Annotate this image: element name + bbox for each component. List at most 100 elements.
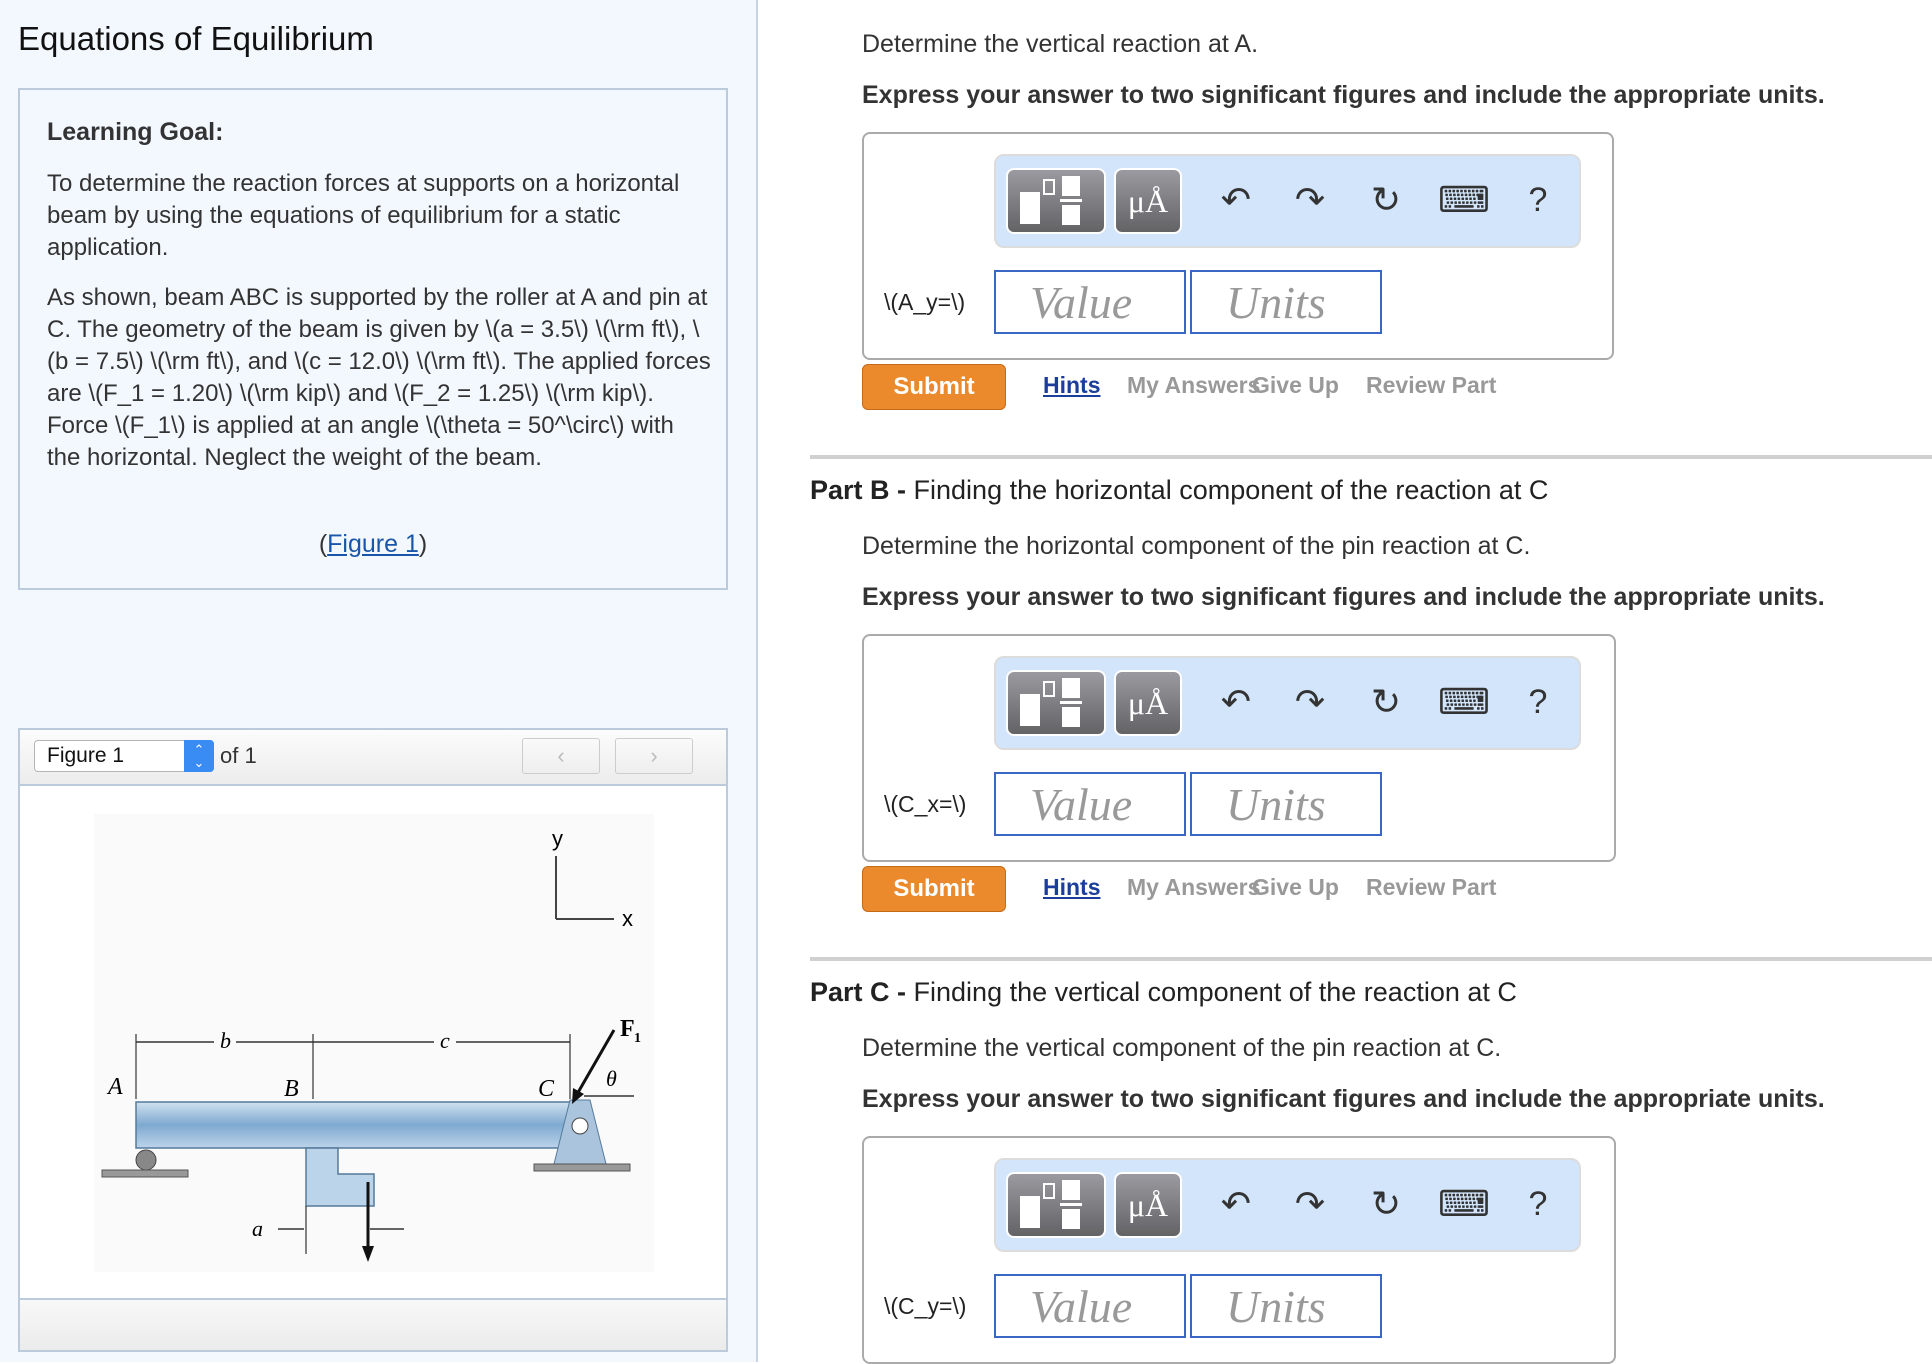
force-f2-label: F xyxy=(356,1268,369,1272)
figure-panel: Figure 1 ⌃ ⌄ of 1 ‹ › y x b c A B C F 1 … xyxy=(18,728,728,1352)
keyboard-icon[interactable]: ⌨ xyxy=(1438,178,1490,222)
units-button[interactable]: μÅ xyxy=(1114,1172,1182,1238)
part-a-give-up-link[interactable]: Give Up xyxy=(1252,372,1339,399)
help-icon[interactable]: ? xyxy=(1516,680,1560,724)
part-a-actions: Submit Hints My Answers Give Up Review P… xyxy=(862,364,1562,410)
part-c-value-input[interactable] xyxy=(994,1274,1186,1338)
part-a-value-input[interactable] xyxy=(994,270,1186,334)
redo-icon[interactable]: ↷ xyxy=(1288,178,1332,222)
part-a-review-part-link[interactable]: Review Part xyxy=(1366,372,1496,399)
point-b-label: B xyxy=(284,1076,299,1102)
part-c-units-input[interactable] xyxy=(1190,1274,1382,1338)
part-b-review-part-link[interactable]: Review Part xyxy=(1366,874,1496,901)
keyboard-icon[interactable]: ⌨ xyxy=(1438,1182,1490,1226)
part-b-answer-box: μÅ ↶ ↷ ↻ ⌨ ? \(C_x=\) xyxy=(862,634,1616,862)
keyboard-icon[interactable]: ⌨ xyxy=(1438,680,1490,724)
reset-icon[interactable]: ↻ xyxy=(1364,680,1408,724)
part-a-math-toolbar: μÅ ↶ ↷ ↻ ⌨ ? xyxy=(994,154,1581,248)
reset-icon[interactable]: ↻ xyxy=(1364,178,1408,222)
help-icon[interactable]: ? xyxy=(1516,1182,1560,1226)
beam-figure: y x b c A B C F 1 θ a xyxy=(94,814,654,1293)
part-c-title: Finding the vertical component of the re… xyxy=(906,977,1517,1007)
part-b-give-up-link[interactable]: Give Up xyxy=(1252,874,1339,901)
figure-select-value: Figure 1 xyxy=(47,744,125,767)
templates-icon xyxy=(1020,176,1082,225)
part-b-actions: Submit Hints My Answers Give Up Review P… xyxy=(862,866,1562,912)
part-a-answer-box: μÅ ↶ ↷ ↻ ⌨ ? \(A_y=\) xyxy=(862,132,1614,360)
part-b-heading: Part B - Finding the horizontal componen… xyxy=(810,475,1548,506)
part-a-hints-link[interactable]: Hints xyxy=(1043,372,1101,399)
part-b-instruction: Express your answer to two significant f… xyxy=(862,583,1825,611)
paren-open: ( xyxy=(318,530,328,558)
undo-icon[interactable]: ↶ xyxy=(1214,178,1258,222)
templates-button[interactable] xyxy=(1006,168,1106,234)
roller-base xyxy=(101,1169,189,1178)
paren-close: ) xyxy=(418,530,428,558)
part-b-units-input[interactable] xyxy=(1190,772,1382,836)
part-b-math-toolbar: μÅ ↶ ↷ ↻ ⌨ ? xyxy=(994,656,1581,750)
part-a-instruction: Express your answer to two significant f… xyxy=(862,81,1825,109)
part-a-prompt: Determine the vertical reaction at A. xyxy=(862,30,1259,58)
dim-b-label: b xyxy=(220,1028,231,1053)
select-arrows-icon: ⌃ ⌄ xyxy=(184,740,214,772)
answer-panel: Determine the vertical reaction at A. Ex… xyxy=(758,0,1932,1364)
part-b-submit-button[interactable]: Submit xyxy=(862,866,1006,912)
figure-count: of 1 xyxy=(220,743,257,768)
figure-link-wrapper: (Figure 1) xyxy=(20,530,726,559)
undo-icon[interactable]: ↶ xyxy=(1214,680,1258,724)
part-b-answer-label: \(C_x=\) xyxy=(884,791,967,817)
part-b-hints-link[interactable]: Hints xyxy=(1043,874,1101,901)
force-f1-label: F xyxy=(620,1016,635,1042)
undo-icon[interactable]: ↶ xyxy=(1214,1182,1258,1226)
part-a-my-answers-link[interactable]: My Answers xyxy=(1127,372,1260,399)
figure-link[interactable]: Figure 1 xyxy=(327,530,419,558)
part-b-my-answers-link[interactable]: My Answers xyxy=(1127,874,1260,901)
templates-icon xyxy=(1020,1180,1082,1229)
figure-select[interactable]: Figure 1 ⌃ ⌄ xyxy=(34,740,214,772)
point-a-label: A xyxy=(106,1074,123,1100)
part-c-prompt: Determine the vertical component of the … xyxy=(862,1034,1502,1062)
x-axis-label: x xyxy=(622,906,633,931)
theta-label: θ xyxy=(606,1066,617,1091)
part-c-instruction: Express your answer to two significant f… xyxy=(862,1085,1825,1113)
part-a-submit-button[interactable]: Submit xyxy=(862,364,1006,410)
part-b-value-input[interactable] xyxy=(994,772,1186,836)
part-separator xyxy=(810,957,1932,961)
templates-icon xyxy=(1020,678,1082,727)
part-c-heading: Part C - Finding the vertical component … xyxy=(810,977,1517,1008)
part-b-prompt: Determine the horizontal component of th… xyxy=(862,532,1531,560)
part-a-units-input[interactable] xyxy=(1190,270,1382,334)
y-axis-label: y xyxy=(552,826,563,851)
beam-bracket xyxy=(305,1147,375,1207)
page-title: Equations of Equilibrium xyxy=(18,20,374,57)
pin xyxy=(571,1117,589,1135)
part-separator xyxy=(810,455,1932,459)
help-icon[interactable]: ? xyxy=(1516,178,1560,222)
part-c-math-toolbar: μÅ ↶ ↷ ↻ ⌨ ? xyxy=(994,1158,1581,1252)
force-f2-arrowhead xyxy=(362,1246,374,1262)
chevron-left-icon: ‹ xyxy=(557,743,565,768)
roller-support xyxy=(135,1149,157,1171)
previous-figure-button[interactable]: ‹ xyxy=(522,738,600,774)
part-c-answer-label: \(C_y=\) xyxy=(884,1293,967,1319)
problem-statement: As shown, beam ABC is supported by the r… xyxy=(47,284,711,471)
next-figure-button[interactable]: › xyxy=(615,738,693,774)
learning-goal-text: To determine the reaction forces at supp… xyxy=(47,170,680,261)
figure-footer xyxy=(20,1298,726,1350)
part-c-answer-box: μÅ ↶ ↷ ↻ ⌨ ? \(C_y=\) xyxy=(862,1136,1616,1364)
part-c-label: Part C - xyxy=(810,977,907,1007)
part-b-label: Part B - xyxy=(810,475,907,505)
beam xyxy=(135,1101,587,1149)
units-button[interactable]: μÅ xyxy=(1114,670,1182,736)
templates-button[interactable] xyxy=(1006,670,1106,736)
part-b-title: Finding the horizontal component of the … xyxy=(906,475,1549,505)
reset-icon[interactable]: ↻ xyxy=(1364,1182,1408,1226)
figure-toolbar: Figure 1 ⌃ ⌄ of 1 ‹ › xyxy=(20,730,726,786)
redo-icon[interactable]: ↷ xyxy=(1288,1182,1332,1226)
dim-c-label: c xyxy=(440,1028,450,1053)
units-button[interactable]: μÅ xyxy=(1114,168,1182,234)
templates-button[interactable] xyxy=(1006,1172,1106,1238)
redo-icon[interactable]: ↷ xyxy=(1288,680,1332,724)
part-a-answer-label: \(A_y=\) xyxy=(884,289,966,315)
chevron-right-icon: › xyxy=(650,743,658,768)
